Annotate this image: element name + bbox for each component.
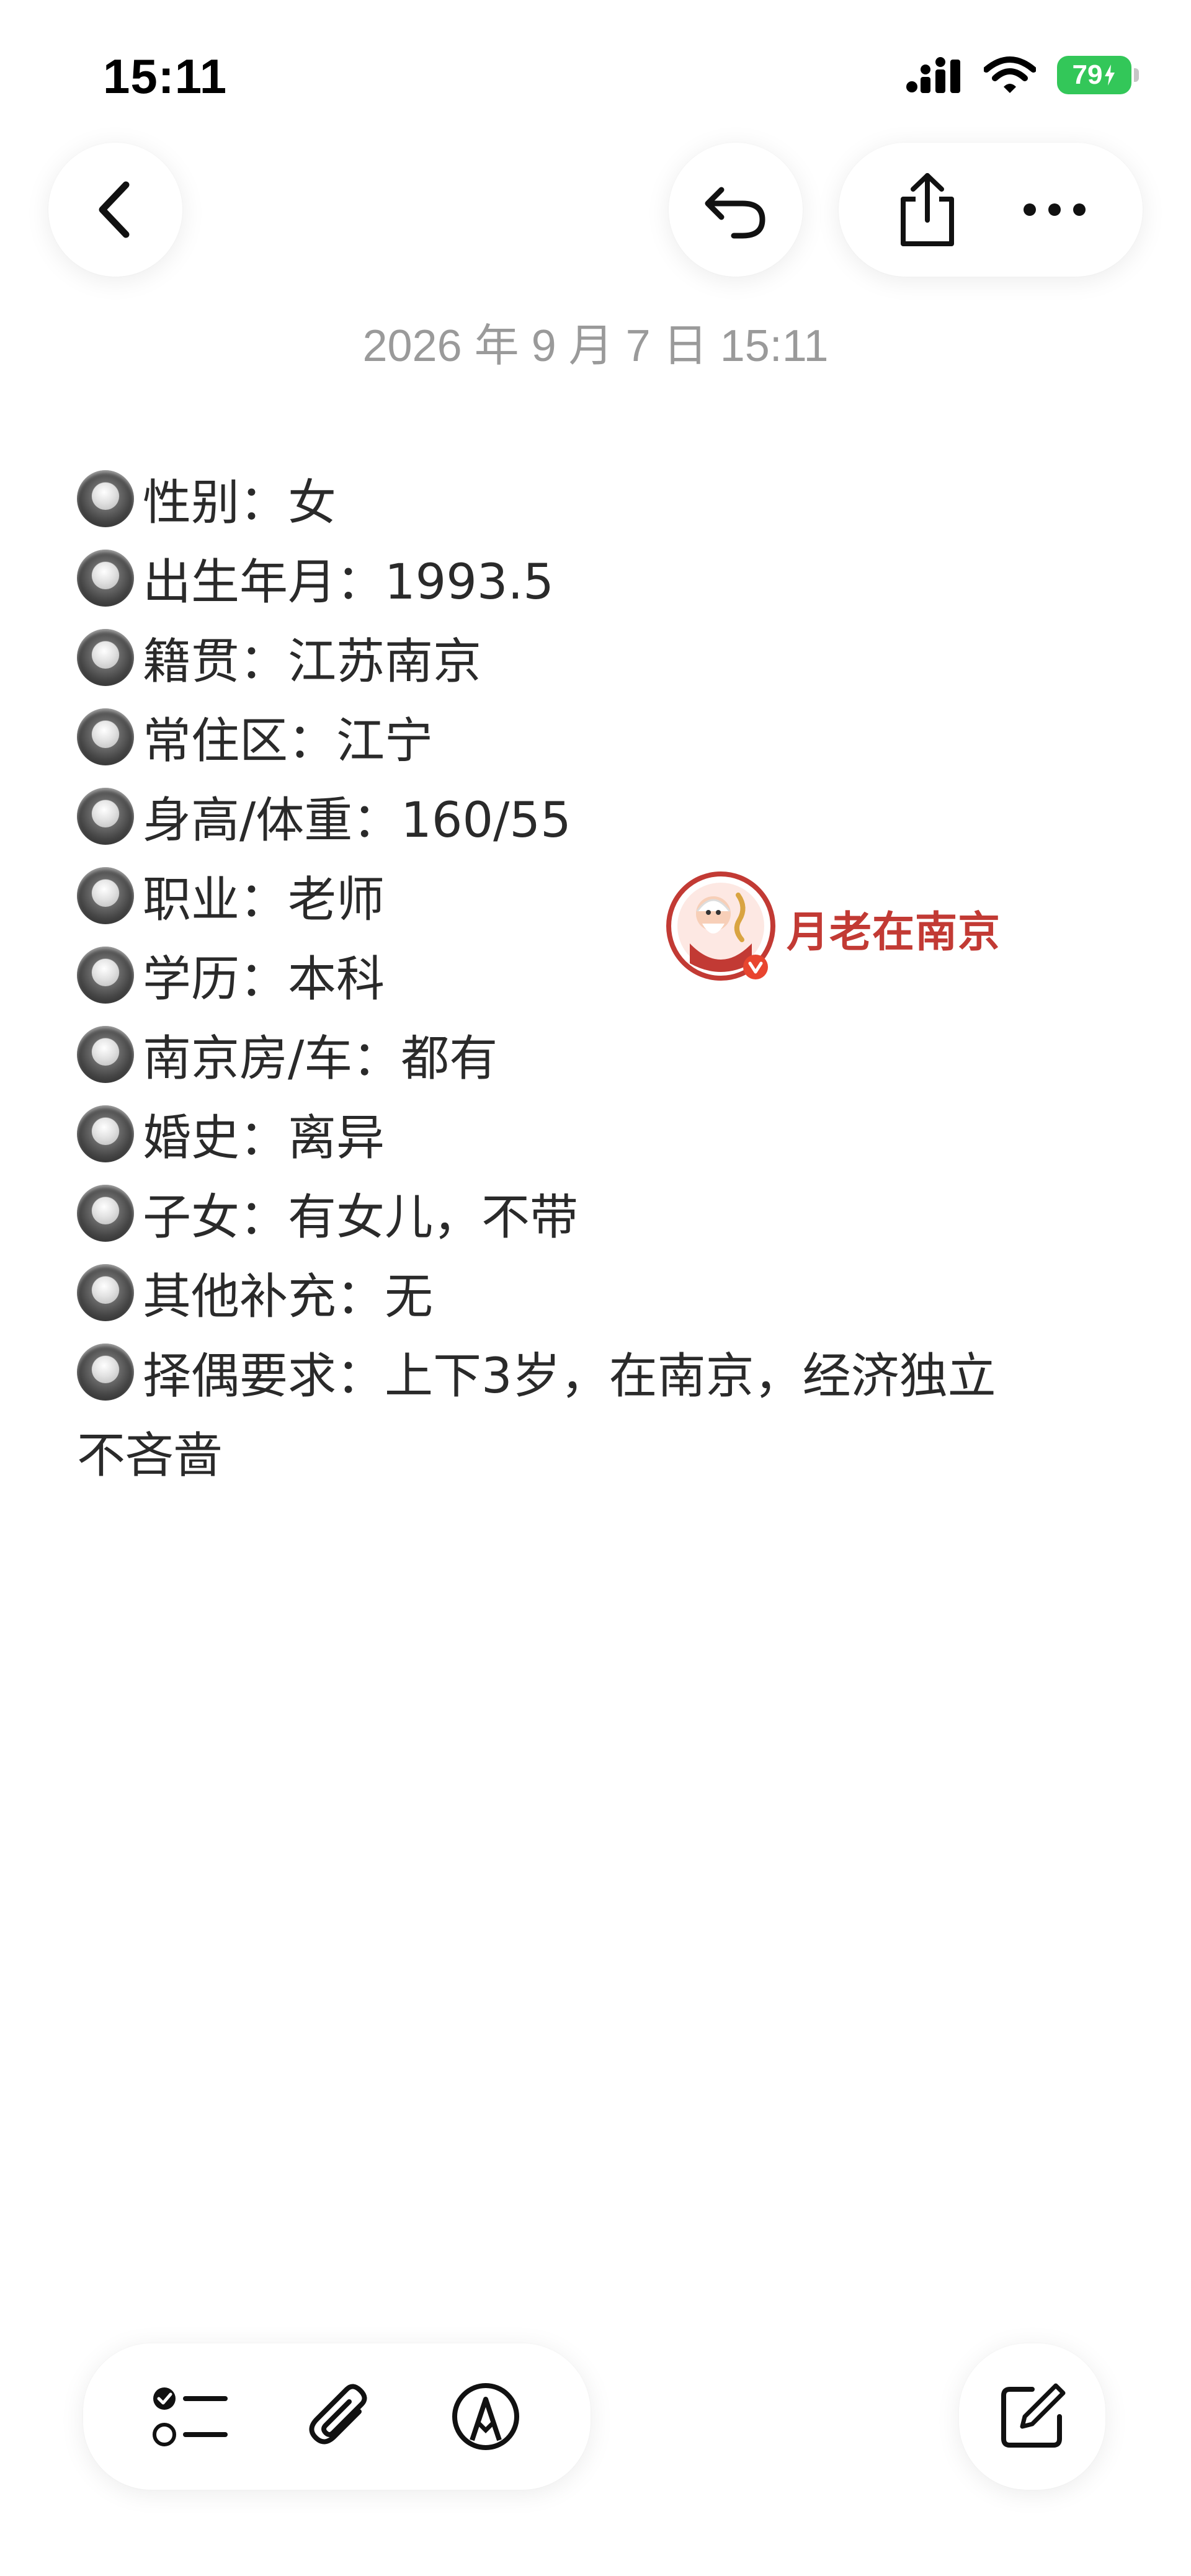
note-line-continuation: 不吝啬 (77, 1412, 1131, 1491)
wifi-icon (984, 56, 1036, 94)
note-line: 性别：女 (77, 459, 1131, 538)
battery-level: 79 (1072, 60, 1103, 90)
note-line: 其他补充：无 (77, 1253, 1131, 1332)
note-line: 子女：有女儿，不带 (77, 1174, 1131, 1253)
note-date: 2026 年 9 月 7 日 15:11 (362, 321, 829, 371)
note-line: 籍贯：江苏南京 (77, 618, 1131, 697)
note-line-text: 南京房/车：都有 (143, 1031, 498, 1087)
note-line-text: 职业：老师 (143, 872, 385, 928)
bullet-icon (77, 1105, 134, 1162)
markup-pen-icon[interactable] (450, 2381, 522, 2453)
bullet-icon (77, 629, 134, 686)
bullet-icon (77, 470, 134, 527)
notes-screen: 15:11 79 2026 年 9 月 7 日 15:11 性别：女 出生年月：… (0, 0, 1191, 2576)
note-line-text: 不吝啬 (77, 1428, 223, 1484)
undo-icon (702, 179, 770, 241)
note-line-text: 身高/体重：160/55 (143, 793, 571, 849)
bottom-toolbar (83, 2343, 591, 2490)
note-line: 身高/体重：160/55 (77, 777, 1131, 856)
bullet-icon (77, 1344, 134, 1401)
note-line-text: 子女：有女儿，不带 (143, 1190, 579, 1246)
status-bar: 15:11 79 (0, 0, 1191, 143)
note-line: 婚史：离异 (77, 1094, 1131, 1174)
bullet-icon (77, 1185, 134, 1242)
matchmaker-logo-icon (665, 870, 780, 986)
share-icon[interactable] (893, 171, 961, 249)
bullet-icon (77, 550, 134, 607)
note-line: 择偶要求：上下3岁，在南京，经济独立 (77, 1332, 1131, 1412)
note-line-text: 出生年月：1993.5 (143, 555, 554, 610)
note-line: 出生年月：1993.5 (77, 538, 1131, 618)
watermark: 月老在南京 (665, 866, 1025, 990)
note-line-text: 学历：本科 (143, 952, 385, 1007)
paperclip-icon[interactable] (306, 2379, 374, 2454)
compose-button[interactable] (959, 2343, 1105, 2490)
note-line-text: 籍贯：江苏南京 (143, 634, 482, 690)
note-line-text: 其他补充：无 (143, 1269, 434, 1325)
undo-button[interactable] (669, 143, 803, 277)
bullet-icon (77, 1264, 134, 1321)
checklist-icon[interactable] (152, 2382, 230, 2451)
status-time: 15:11 (103, 49, 228, 104)
back-button[interactable] (48, 143, 182, 277)
note-line: 常住区：江宁 (77, 697, 1131, 777)
note-line: 南京房/车：都有 (77, 1015, 1131, 1094)
chevron-left-icon (94, 179, 137, 241)
note-line-text: 常住区：江宁 (143, 713, 434, 769)
bullet-icon (77, 708, 134, 765)
note-line-text: 婚史：离异 (143, 1110, 385, 1166)
cellular-signal-icon (906, 56, 963, 94)
watermark-text: 月老在南京 (787, 907, 1001, 957)
note-actions-pill (839, 143, 1143, 277)
compose-icon (996, 2381, 1068, 2453)
note-line-text: 择偶要求：上下3岁，在南京，经济独立 (143, 1348, 996, 1404)
more-icon[interactable] (1020, 200, 1089, 219)
bullet-icon (77, 1026, 134, 1083)
bullet-icon (77, 788, 134, 845)
battery-charging-icon: 79 (1057, 56, 1139, 94)
status-icons: 79 (906, 53, 1139, 97)
bullet-icon (77, 867, 134, 924)
bullet-icon (77, 947, 134, 1004)
note-line-text: 性别：女 (143, 475, 337, 531)
